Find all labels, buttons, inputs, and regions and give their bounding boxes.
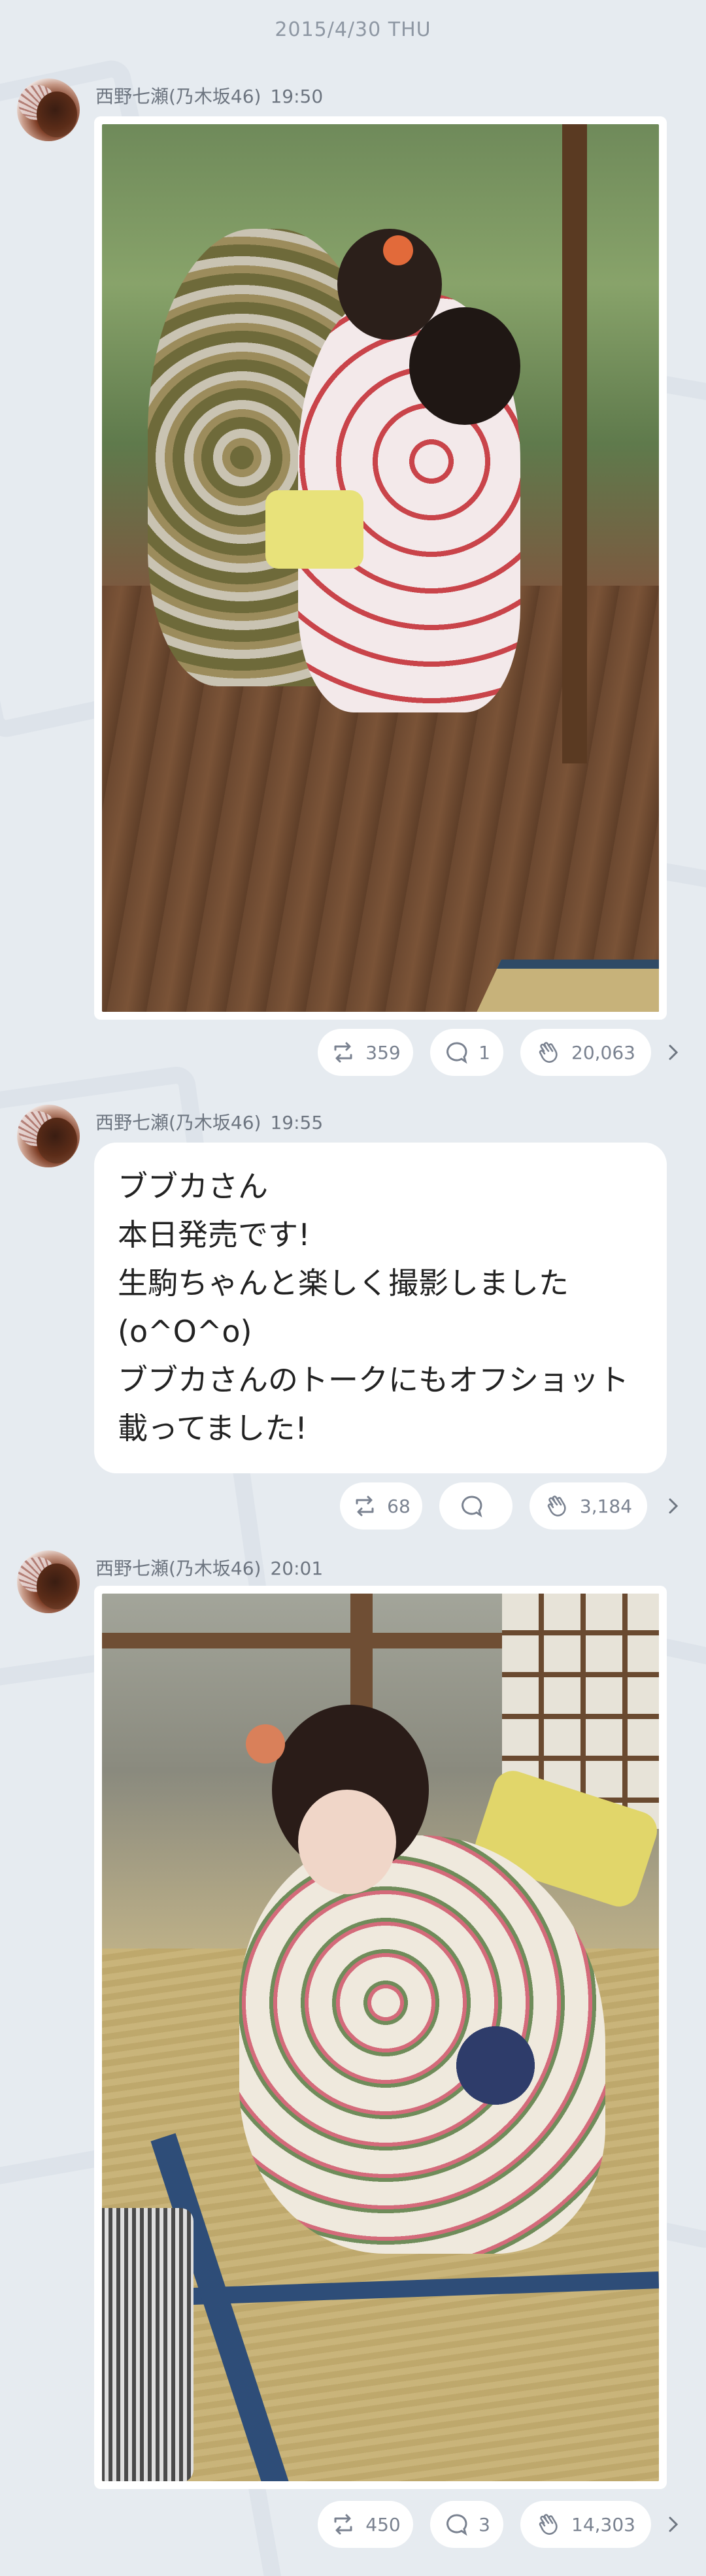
retweet-button[interactable]: 450: [318, 2501, 413, 2548]
clap-icon: [539, 2514, 558, 2535]
text-line: (o^O^o): [118, 1314, 252, 1349]
post-time: 19:50: [270, 86, 324, 107]
retweet-icon: [334, 1042, 352, 1063]
retweet-count: 450: [365, 2513, 401, 2535]
author-name: 西野七瀬(乃木坂46): [95, 1558, 261, 1579]
text-line: ブブカさん: [118, 1169, 268, 1204]
chevron-right-icon[interactable]: [662, 1041, 685, 1064]
date-header: 2015/4/30 THU: [275, 18, 431, 41]
clap-icon: [539, 1042, 558, 1063]
post-photo[interactable]: [102, 1594, 659, 2481]
post-meta: 西野七瀬(乃木坂46) 20:01: [95, 1554, 323, 1581]
image-card[interactable]: [94, 116, 667, 1020]
post-actions: 450 3 14,303: [0, 2501, 706, 2553]
retweet-button[interactable]: 359: [318, 1029, 413, 1076]
text-card[interactable]: ブブカさん 本日発売です! 生駒ちゃんと楽しく撮影しました (o^O^o) ブブ…: [94, 1143, 667, 1473]
like-button[interactable]: 20,063: [520, 1029, 651, 1076]
retweet-icon: [356, 1496, 374, 1516]
retweet-count: 359: [365, 1041, 401, 1063]
like-count: 3,184: [579, 1495, 633, 1517]
comment-button[interactable]: 1: [430, 1029, 503, 1076]
text-line: 生駒ちゃんと楽しく撮影しました: [118, 1265, 569, 1301]
avatar[interactable]: [17, 78, 80, 141]
avatar[interactable]: [17, 1550, 80, 1613]
image-card[interactable]: [94, 1586, 667, 2489]
post-photo[interactable]: [102, 124, 659, 1012]
chevron-right-icon[interactable]: [662, 2513, 685, 2536]
comment-count: 1: [479, 1041, 490, 1063]
text-line: 載ってました!: [118, 1411, 307, 1446]
post-time: 19:55: [270, 1112, 324, 1133]
text-line: 本日発売です!: [118, 1217, 311, 1252]
retweet-button[interactable]: 68: [340, 1482, 422, 1530]
comment-button[interactable]: 3: [430, 2501, 503, 2548]
clap-icon: [547, 1496, 566, 1516]
author-name: 西野七瀬(乃木坂46): [95, 86, 261, 107]
post-time: 20:01: [270, 1558, 324, 1579]
author-name: 西野七瀬(乃木坂46): [95, 1112, 261, 1133]
comment-count: 3: [479, 2513, 490, 2535]
like-count: 14,303: [571, 2513, 635, 2535]
post-meta: 西野七瀬(乃木坂46) 19:55: [95, 1109, 323, 1135]
retweet-count: 68: [387, 1495, 411, 1517]
comment-button[interactable]: [439, 1482, 513, 1530]
text-line: ブブカさんのトークにもオフショット: [118, 1362, 629, 1397]
comment-icon: [446, 1042, 467, 1064]
comment-icon: [462, 1496, 482, 1518]
like-count: 20,063: [571, 1041, 635, 1063]
comment-icon: [446, 2514, 467, 2536]
like-button[interactable]: 3,184: [530, 1482, 647, 1530]
post-meta: 西野七瀬(乃木坂46) 19:50: [95, 82, 323, 109]
avatar[interactable]: [17, 1105, 80, 1167]
retweet-icon: [334, 2514, 352, 2535]
post-actions: 68 3,184: [0, 1482, 706, 1535]
chevron-right-icon[interactable]: [662, 1494, 685, 1518]
like-button[interactable]: 14,303: [520, 2501, 651, 2548]
post-actions: 359 1 20,063: [0, 1029, 706, 1081]
